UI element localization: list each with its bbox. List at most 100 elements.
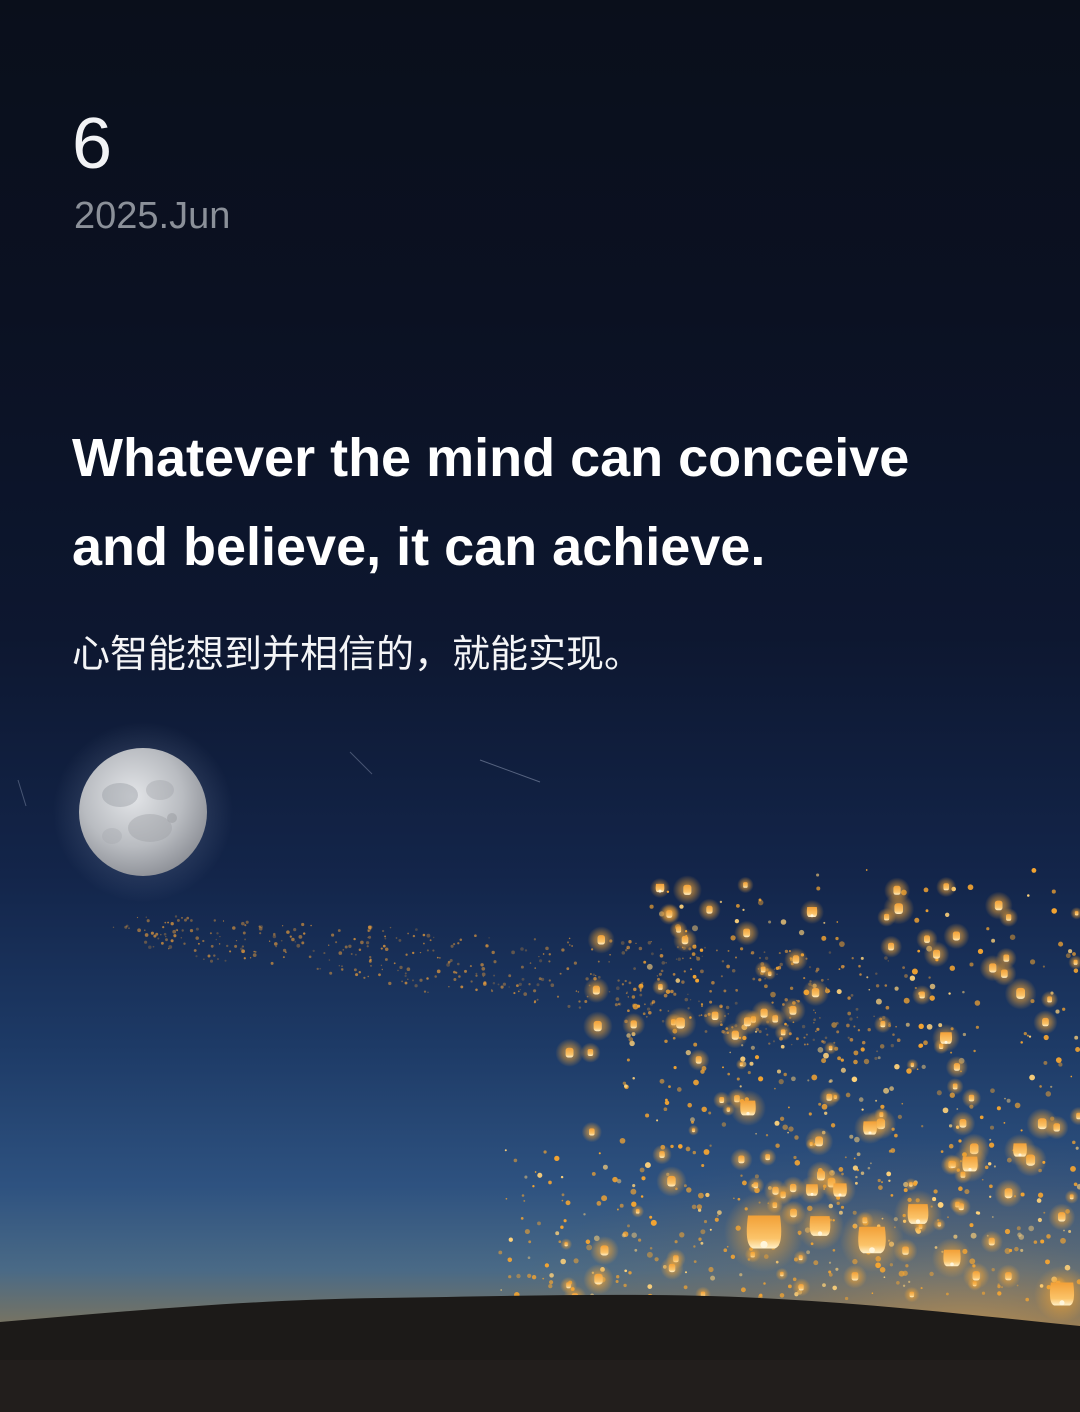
lantern-speck <box>353 968 357 972</box>
lantern-speck <box>398 938 402 942</box>
lantern-speck <box>217 958 219 960</box>
lantern-speck <box>460 985 464 989</box>
lantern-speck <box>1075 1146 1079 1150</box>
lantern-speck <box>646 1251 653 1258</box>
lantern-speck <box>884 984 888 987</box>
lantern-speck <box>638 983 644 989</box>
lantern-speck <box>758 1030 762 1034</box>
sky-lantern <box>560 1238 573 1251</box>
lantern-speck <box>1029 959 1036 965</box>
lantern-speck <box>739 1273 743 1277</box>
lantern-speck <box>887 960 889 962</box>
lantern-speck <box>275 945 277 948</box>
lantern-speck <box>520 1217 524 1220</box>
lantern-speck <box>426 933 431 938</box>
lantern-speck <box>354 953 357 956</box>
lantern-speck <box>568 944 571 946</box>
lantern-speck <box>866 976 869 979</box>
lantern-speck <box>693 1079 699 1086</box>
lantern-speck <box>813 1022 815 1024</box>
lantern-speck <box>1065 953 1071 959</box>
lantern-speck <box>1020 1129 1023 1132</box>
lantern-speck <box>635 942 637 945</box>
lantern-speck <box>520 947 524 951</box>
lantern-speck <box>550 983 555 987</box>
lantern-speck <box>803 1043 806 1046</box>
lantern-speck <box>146 919 150 923</box>
lantern-speck <box>675 958 678 960</box>
lantern-speck <box>556 995 560 998</box>
lantern-speck <box>824 1036 828 1040</box>
lantern-speck <box>328 959 331 961</box>
lantern-speck <box>821 935 827 941</box>
lantern-speck <box>353 937 356 941</box>
lantern-speck <box>165 938 168 942</box>
sky-lantern <box>1040 990 1059 1009</box>
lantern-speck <box>658 972 662 976</box>
lantern-speck <box>857 1029 861 1032</box>
lantern-speck <box>627 1009 630 1013</box>
lantern-speck <box>1045 1259 1050 1265</box>
sky-lantern <box>631 1204 645 1218</box>
lantern-speck <box>650 940 652 943</box>
lantern-speck <box>561 1193 565 1197</box>
lantern-speck <box>175 928 178 932</box>
lantern-speck <box>816 1027 820 1031</box>
lantern-speck <box>747 1071 751 1075</box>
lantern-speck <box>500 985 504 989</box>
sky-lantern <box>587 926 615 954</box>
sky-lantern-large <box>796 1202 844 1250</box>
lantern-speck <box>839 941 845 947</box>
lantern-speck <box>381 929 385 933</box>
lantern-speck <box>628 1271 632 1275</box>
lantern-speck <box>840 964 845 969</box>
lantern-speck <box>832 1285 837 1291</box>
lantern-speck <box>213 919 217 922</box>
lantern-speck <box>338 951 343 955</box>
sky-lantern <box>819 1087 840 1108</box>
lantern-speck <box>836 921 839 923</box>
lantern-speck <box>660 969 664 973</box>
lantern-speck <box>708 1111 712 1115</box>
lantern-speck <box>856 1152 861 1157</box>
lantern-speck <box>836 1030 840 1034</box>
lantern-speck <box>412 951 415 955</box>
lantern-speck <box>548 960 551 963</box>
lantern-speck <box>923 1040 928 1046</box>
lantern-speck <box>890 1194 894 1197</box>
lantern-speck <box>687 1102 692 1108</box>
lantern-speck <box>388 981 392 986</box>
sky-lantern <box>583 1264 614 1295</box>
lantern-speck <box>805 1033 808 1036</box>
lantern-speck <box>845 1092 851 1098</box>
lantern-speck <box>148 945 152 949</box>
lantern-speck <box>1070 1166 1076 1172</box>
lantern-speck <box>709 1228 712 1231</box>
lantern-speck <box>519 988 521 991</box>
lantern-speck <box>808 965 812 969</box>
lantern-speck <box>1028 1225 1035 1232</box>
lantern-speck <box>439 957 441 959</box>
lantern-speck <box>475 988 478 992</box>
lantern-speck <box>1004 1228 1011 1235</box>
lantern-speck <box>406 967 411 971</box>
lantern-speck <box>482 982 487 986</box>
lantern-speck <box>720 975 723 978</box>
lantern-speck <box>270 961 274 965</box>
lantern-speck <box>328 944 330 946</box>
lantern-speck <box>1042 965 1045 968</box>
lantern-speck <box>197 942 200 945</box>
lantern-speck <box>875 1099 878 1102</box>
lantern-speck <box>168 948 170 950</box>
lantern-speck <box>625 949 628 952</box>
lantern-speck <box>399 965 403 970</box>
lantern-speck <box>778 1079 784 1085</box>
lantern-speck <box>548 979 551 982</box>
lantern-speck <box>310 924 312 927</box>
lantern-speck <box>788 1126 794 1132</box>
lantern-speck <box>886 1171 892 1177</box>
lantern-speck <box>901 1102 904 1105</box>
lantern-speck <box>637 1004 641 1008</box>
lantern-speck <box>1014 1102 1021 1109</box>
lantern-speck <box>684 997 689 1002</box>
